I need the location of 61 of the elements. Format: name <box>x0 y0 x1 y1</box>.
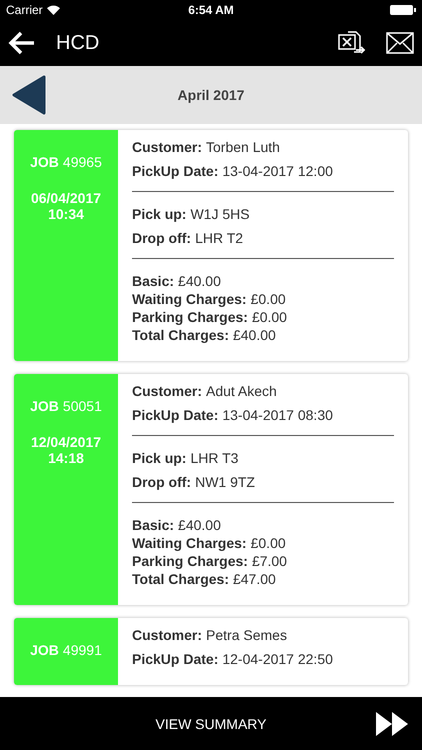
field-value: Petra Semes <box>206 627 287 643</box>
job-label: JOB <box>30 398 59 414</box>
job-number: 50051 <box>62 398 102 414</box>
month-title: April 2017 <box>176 87 246 103</box>
field-label: Drop off: <box>132 230 192 246</box>
clock-time: 6:54 AM <box>188 3 234 17</box>
field-value: £7.00 <box>252 553 287 569</box>
battery-icon <box>390 5 416 15</box>
field-value: £40.00 <box>232 327 276 343</box>
field-label: Customer: <box>132 139 202 155</box>
job-card[interactable]: JOB 49991 Customer: Petra Semes PickUp Date: 12-04-2017 22:50 <box>14 618 408 685</box>
field-value: 13-04-2017 12:00 <box>222 163 333 179</box>
job-time: 10:34 <box>47 206 85 222</box>
field-value: £40.00 <box>178 517 221 533</box>
field-label: PickUp Date: <box>132 407 218 423</box>
field-label: PickUp Date: <box>132 163 218 179</box>
field-value: 13-04-2017 08:30 <box>222 407 333 423</box>
back-button[interactable] <box>8 31 36 55</box>
previous-month-button[interactable] <box>12 75 46 115</box>
job-label: JOB <box>30 154 59 170</box>
job-time: 14:18 <box>47 450 85 466</box>
field-value: LHR T3 <box>190 450 238 466</box>
screen-title: HCD <box>56 32 100 54</box>
wifi-icon <box>46 5 60 15</box>
field-value: £40.00 <box>178 273 221 289</box>
field-label: Parking Charges: <box>132 309 248 325</box>
mail-button[interactable] <box>386 32 414 54</box>
field-label: Customer: <box>132 383 202 399</box>
field-value: £47.00 <box>232 571 276 587</box>
field-value: Torben Luth <box>206 139 280 155</box>
fast-forward-button[interactable] <box>376 712 408 736</box>
field-label: Drop off: <box>132 474 192 490</box>
field-value: NW1 9TZ <box>195 474 255 490</box>
field-label: Basic: <box>132 517 174 533</box>
field-label: Waiting Charges: <box>132 291 247 307</box>
field-value: £0.00 <box>252 309 287 325</box>
job-label: JOB <box>30 642 59 658</box>
field-label: PickUp Date: <box>132 651 218 667</box>
field-label: Parking Charges: <box>132 553 248 569</box>
field-value: £0.00 <box>250 535 286 551</box>
field-value: W1J 5HS <box>190 206 250 222</box>
job-number: 49965 <box>62 154 102 170</box>
view-summary-button[interactable]: VIEW SUMMARY <box>150 710 272 738</box>
job-card[interactable]: JOB 50051 12/04/2017 14:18 Customer: Adut Akech PickUp Date: 13-04-2017 08:30 Pick up: LHR T3 Drop off: NW1 9TZ Basic: £40.00 Waiting Charges: £0.00 Parking Charges: £7.00 Total Charges: £47.00 <box>14 374 408 605</box>
job-date: 06/04/2017 <box>30 190 102 206</box>
carrier-name: Carrier <box>6 3 43 17</box>
excel-export-button[interactable] <box>338 30 366 56</box>
field-label: Pick up: <box>132 450 186 466</box>
field-value: 12-04-2017 22:50 <box>222 651 333 667</box>
field-label: Pick up: <box>132 206 186 222</box>
field-value: £0.00 <box>250 291 286 307</box>
job-date: 12/04/2017 <box>30 434 102 450</box>
field-label: Customer: <box>132 627 202 643</box>
field-label: Total Charges: <box>132 327 229 343</box>
field-value: Adut Akech <box>206 383 277 399</box>
field-label: Waiting Charges: <box>132 535 247 551</box>
job-number: 49991 <box>62 642 102 658</box>
field-label: Total Charges: <box>132 571 229 587</box>
field-value: LHR T2 <box>195 230 244 246</box>
job-card[interactable]: JOB 49965 06/04/2017 10:34 Customer: Torben Luth PickUp Date: 13-04-2017 12:00 Pick up: W1J 5HS Drop off: LHR T2 Basic: £40.00 Waiting Charges: £0.00 Parking Charges: £0.00 Total Charges: £40.00 <box>14 130 408 361</box>
field-label: Basic: <box>132 273 174 289</box>
